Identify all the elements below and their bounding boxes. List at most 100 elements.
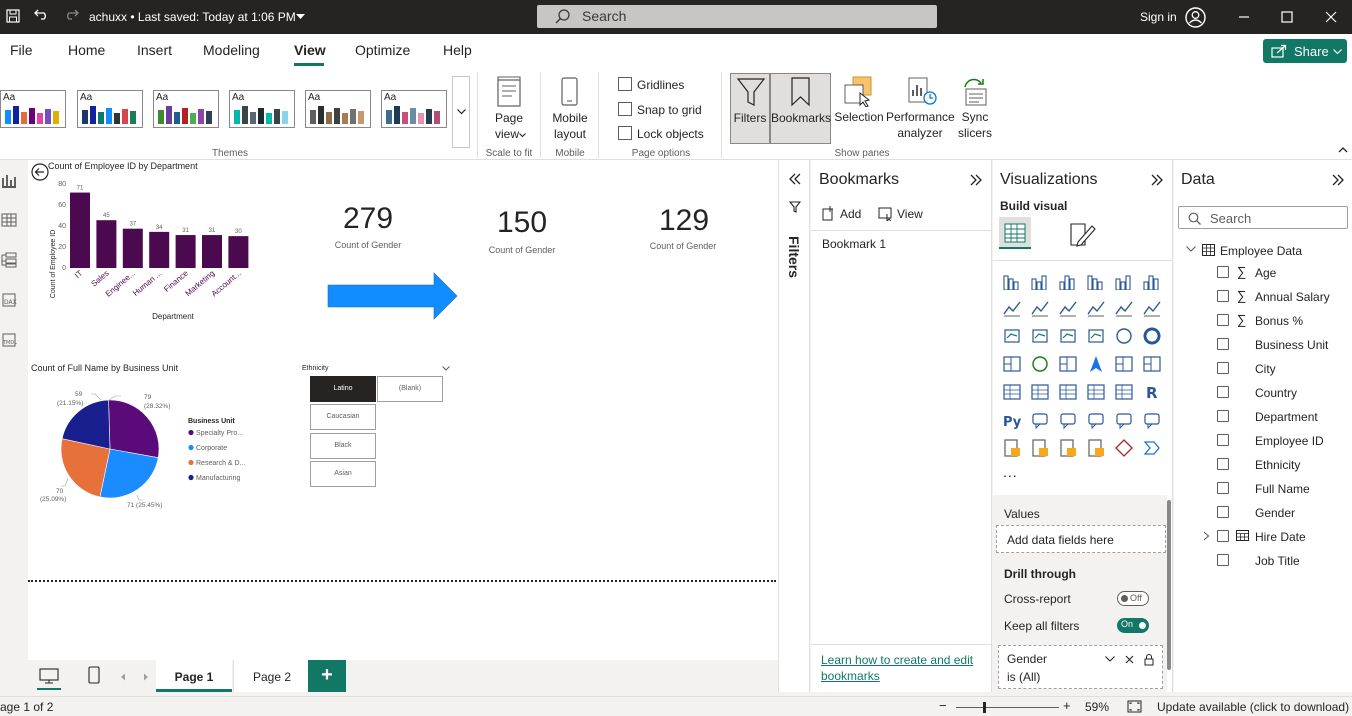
multi-card-icon[interactable] <box>1002 382 1022 402</box>
slicer-option-black[interactable]: Black <box>310 433 376 459</box>
report-canvas[interactable]: Count of Employee ID by Department Count… <box>28 160 778 660</box>
pie-chart[interactable]: 79 (28.32%) 71 (25.45%) 70 (25.09%) 59 (… <box>33 382 253 522</box>
chevron-right-icon[interactable] <box>1203 531 1210 541</box>
field-checkbox[interactable] <box>1217 506 1229 518</box>
build-visual-tab[interactable] <box>999 217 1031 249</box>
line-column2-icon[interactable] <box>1142 298 1162 318</box>
field-business-unit[interactable]: Business Unit <box>1174 334 1352 356</box>
mobile-layout-button[interactable]: Mobile layout <box>546 74 594 144</box>
cross-report-toggle[interactable]: Off <box>1117 591 1149 606</box>
tab-optimize[interactable]: Optimize <box>355 42 410 58</box>
field-checkbox[interactable] <box>1217 386 1229 398</box>
search-box[interactable]: Search <box>537 5 937 28</box>
tmdl-view-icon[interactable]: TMDL <box>1 332 17 348</box>
learn-bookmarks-link-2[interactable]: bookmarks <box>821 669 880 683</box>
field-checkbox[interactable] <box>1217 338 1229 350</box>
field-city[interactable]: City <box>1174 358 1352 380</box>
chevron-visual-icon[interactable] <box>1142 438 1162 458</box>
filters-collapsed-pane[interactable]: Filters <box>778 160 810 692</box>
tab-file[interactable]: File <box>10 42 33 58</box>
model-view-icon[interactable] <box>1 252 17 268</box>
tab-view[interactable]: View <box>294 42 326 58</box>
field-age[interactable]: ∑ Age <box>1174 262 1352 284</box>
data-search-input[interactable]: Search <box>1178 206 1348 229</box>
arcgis-icon[interactable] <box>1086 438 1106 458</box>
stacked-bar-icon[interactable] <box>1002 270 1022 290</box>
clustered-column-icon[interactable] <box>1086 270 1106 290</box>
sync-slicers-button[interactable]: Sync slicers <box>955 73 995 145</box>
legend-label[interactable]: Manufacturing <box>196 475 240 482</box>
document-title[interactable]: achuxx • Last saved: Today at 1:06 PM <box>89 10 296 24</box>
field-checkbox[interactable] <box>1217 458 1229 470</box>
chevron-down-icon[interactable] <box>1105 656 1115 663</box>
power-apps-icon[interactable] <box>1030 438 1050 458</box>
theme-swatch-5[interactable]: Aa <box>305 90 371 128</box>
field-gender[interactable]: Gender <box>1174 502 1352 524</box>
drill-filter-card[interactable]: Gender is (All) <box>998 645 1163 689</box>
bar-4[interactable] <box>175 235 196 268</box>
prev-page-icon[interactable] <box>120 673 126 681</box>
field-full-name[interactable]: Full Name <box>1174 478 1352 500</box>
sign-in-link[interactable]: Sign in <box>1140 10 1177 24</box>
keep-filters-toggle[interactable]: On <box>1117 618 1149 633</box>
add-page-button[interactable]: + <box>308 660 346 692</box>
waterfall-icon[interactable] <box>1030 326 1050 346</box>
table-view-icon[interactable] <box>1 212 17 228</box>
matrix-icon[interactable] <box>1114 382 1134 402</box>
chevron-down-icon[interactable] <box>296 14 305 20</box>
collapse-ribbon-icon[interactable] <box>1338 146 1348 153</box>
tab-help[interactable]: Help <box>443 42 472 58</box>
slicer-option-blank[interactable]: (Blank) <box>377 376 443 402</box>
chevron-down-icon[interactable] <box>1186 246 1196 253</box>
diamond-icon[interactable] <box>1114 438 1134 458</box>
stacked-column-icon[interactable] <box>1030 270 1050 290</box>
theme-swatch-3[interactable]: Aa <box>153 90 219 128</box>
zoom-slider-thumb[interactable] <box>983 702 987 713</box>
zoom-slider-track[interactable] <box>956 707 1059 708</box>
ribbon-chart-icon[interactable] <box>1002 326 1022 346</box>
save-icon[interactable] <box>6 9 20 23</box>
maximize-icon[interactable] <box>1281 11 1293 23</box>
undo-icon[interactable] <box>34 9 50 23</box>
100-bar-icon[interactable] <box>1114 270 1134 290</box>
field-checkbox[interactable] <box>1217 554 1229 566</box>
report-view-icon[interactable] <box>1 172 17 188</box>
share-button[interactable]: Share <box>1263 39 1347 63</box>
bookmark-item[interactable]: Bookmark 1 <box>822 237 886 251</box>
theme-swatch-2[interactable]: Aa <box>77 90 143 128</box>
field-hire-date[interactable]: Hire Date <box>1174 526 1352 548</box>
field-checkbox[interactable] <box>1217 266 1229 278</box>
update-available-link[interactable]: Update available (click to download) <box>1157 700 1349 714</box>
zoom-out-button[interactable]: − <box>939 698 947 713</box>
format-visual-icon[interactable] <box>1068 220 1096 248</box>
field-checkbox[interactable] <box>1217 410 1229 422</box>
line-column-icon[interactable] <box>1114 298 1134 318</box>
page-view-button[interactable]: Page view <box>488 74 530 144</box>
field-ethnicity[interactable]: Ethnicity <box>1174 454 1352 476</box>
filled-map-icon[interactable] <box>1058 354 1078 374</box>
treemap-icon[interactable] <box>1002 354 1022 374</box>
slicer-option-caucasian[interactable]: Caucasian <box>310 404 376 430</box>
filters-pane-button[interactable]: Filters <box>730 73 770 144</box>
r-visual-icon[interactable]: R <box>1142 382 1162 402</box>
selection-pane-button[interactable]: Selection <box>833 73 885 144</box>
slicer-option-asian[interactable]: Asian <box>310 461 376 487</box>
bar-5[interactable] <box>202 235 222 268</box>
account-icon[interactable] <box>1185 7 1206 28</box>
field-bonus-[interactable]: ∑ Bonus % <box>1174 310 1352 332</box>
tab-home[interactable]: Home <box>68 42 105 58</box>
clustered-bar-icon[interactable] <box>1058 270 1078 290</box>
learn-bookmarks-link[interactable]: Learn how to create and edit <box>821 653 973 667</box>
decomp-tree-icon[interactable] <box>1058 410 1078 430</box>
field-checkbox[interactable] <box>1217 434 1229 446</box>
chevron-down-icon[interactable] <box>442 366 450 372</box>
theme-swatch-1[interactable]: Aa <box>0 90 66 128</box>
bookmarks-pane-button[interactable]: Bookmarks <box>770 73 831 144</box>
azure-map-icon[interactable] <box>1086 354 1106 374</box>
lock-icon[interactable] <box>1144 654 1154 666</box>
add-bookmark-button[interactable]: Add <box>819 205 873 223</box>
gridlines-checkbox[interactable] <box>618 77 632 91</box>
snap-to-grid-checkbox[interactable] <box>618 102 632 116</box>
redo-icon[interactable] <box>63 9 79 23</box>
collapse-right-icon[interactable] <box>1331 173 1345 187</box>
